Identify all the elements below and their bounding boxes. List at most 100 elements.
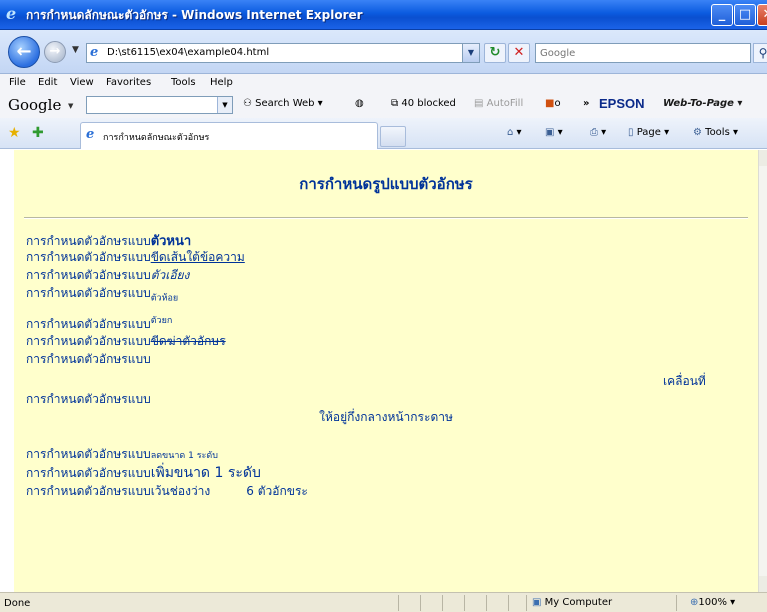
menu-file[interactable]: File	[9, 77, 26, 88]
bold-text: ตัวหนา	[150, 234, 192, 249]
tab-active[interactable]: e การกำหนดลักษณะตัวอักษร	[80, 122, 378, 149]
tab-label: การกำหนดลักษณะตัวอักษร	[103, 133, 210, 143]
address-dropdown-icon[interactable]: ▼	[462, 44, 479, 62]
home-icon: ⌂	[507, 127, 514, 138]
line-prefix: การกำหนดตัวอักษรแบบ	[26, 447, 151, 461]
line-underline: การกำหนดตัวอักษรแบบขีดเส้นใต้ข้อความ	[26, 248, 245, 267]
print-button[interactable]: ⎙ ▾	[590, 127, 606, 138]
centered-text: ให้อยู่กึ่งกลางหน้ากระดาษ	[319, 410, 453, 424]
status-divider	[420, 595, 421, 611]
strike-text: ขีดฆ่าตัวอักษร	[150, 334, 226, 348]
office-button[interactable]: ■o	[545, 98, 561, 109]
toolbar-overflow-button[interactable]: »	[583, 98, 589, 109]
back-button[interactable]: ←	[8, 36, 40, 68]
status-divider	[398, 595, 399, 611]
epson-logo: EPSON	[599, 96, 645, 111]
line-prefix: การกำหนดตัวอักษรแบบ	[26, 250, 151, 264]
line-prefix: การกำหนดตัวอักษรแบบ	[26, 286, 151, 300]
menu-tools[interactable]: Tools	[171, 77, 196, 88]
status-divider	[526, 595, 527, 611]
favorites-center-icon[interactable]: ★	[8, 125, 21, 141]
search-input[interactable]	[536, 44, 746, 62]
add-to-favorites-icon[interactable]: ✚	[32, 125, 44, 141]
page-icon: ▯	[628, 127, 634, 138]
line-spacing: การกำหนดตัวอักษรแบบเว้นช่องว่าง 6 ตัวอักข…	[26, 482, 308, 501]
page-menu-button[interactable]: ▯ Page ▾	[628, 127, 669, 138]
horizontal-rule	[24, 217, 748, 219]
subscript-text: ตัวห้อย	[150, 293, 179, 304]
line-prefix: การกำหนดตัวอักษรแบบ	[26, 484, 151, 498]
vertical-scrollbar[interactable]	[758, 150, 767, 592]
address-text[interactable]: D:\st6115\ex04\example04.html	[107, 47, 269, 58]
status-divider	[486, 595, 487, 611]
pagerank-icon[interactable]: ◍	[355, 98, 364, 109]
status-divider	[442, 595, 443, 611]
forward-button[interactable]: →	[44, 41, 66, 63]
gear-icon: ⚙	[693, 127, 702, 138]
search-box[interactable]	[535, 43, 751, 63]
page-menu-label: Page	[636, 127, 661, 138]
menu-favorites[interactable]: Favorites	[106, 77, 151, 88]
page-content: การกำหนดรูปแบบตัวอักษร การกำหนดตัวอักษรแ…	[14, 150, 758, 592]
navigation-bar: ← → ▼ e D:\st6115\ex04\example04.html ▼ …	[0, 30, 767, 74]
line-strike: การกำหนดตัวอักษรแบบขีดฆ่าตัวอักษร	[26, 332, 226, 351]
web-to-page-button[interactable]: Web-To-Page ▾	[663, 98, 742, 110]
search-web-button[interactable]: ⚇ Search Web ▾	[243, 98, 323, 109]
line-prefix: การกำหนดตัวอักษรแบบ	[26, 466, 151, 480]
maximize-button[interactable]: □	[734, 4, 756, 26]
zoom-level: 100%	[698, 597, 727, 608]
tab-page-icon: e	[86, 127, 95, 142]
line-prefix: การกำหนดตัวอักษรแบบ	[26, 334, 151, 348]
menu-help[interactable]: Help	[210, 77, 233, 88]
popup-blocker-button[interactable]: ⧉ 40 blocked	[391, 98, 456, 109]
zone-label: My Computer	[544, 597, 613, 608]
autofill-button[interactable]: ▤ AutoFill	[474, 98, 523, 109]
stop-button[interactable]: ✕	[508, 43, 530, 63]
underline-text: ขีดเส้นใต้ข้อความ	[150, 250, 245, 264]
line-prefix: การกำหนดตัวอักษรแบบ	[26, 234, 151, 248]
menu-bar: File Edit View Favorites Tools Help	[0, 74, 767, 92]
security-zone[interactable]: ▣ My Computer	[532, 597, 612, 608]
line-prefix: การกำหนดตัวอักษรแบบ	[26, 352, 151, 366]
status-divider	[464, 595, 465, 611]
line-prefix: การกำหนดตัวอักษรแบบ	[26, 392, 151, 406]
page-icon: e	[90, 45, 99, 60]
line-subscript: การกำหนดตัวอักษรแบบตัวห้อย	[26, 284, 178, 304]
rss-feed-icon: ▣	[545, 127, 555, 138]
close-button[interactable]: ✕	[757, 4, 767, 26]
address-bar[interactable]: e D:\st6115\ex04\example04.html ▼	[86, 43, 480, 63]
status-divider	[676, 595, 677, 611]
scroll-up-button[interactable]	[759, 150, 767, 166]
history-dropdown-icon[interactable]: ▼	[72, 45, 79, 55]
refresh-button[interactable]: ↻	[484, 43, 506, 63]
line-bigger: การกำหนดตัวอักษรแบบเพิ่มขนาด 1 ระดับ	[26, 462, 261, 484]
spacing-label: เว้นช่องว่าง	[150, 484, 211, 498]
status-bar: Done ▣ My Computer ⊕100% ▾	[0, 592, 767, 612]
office-label: o	[554, 98, 561, 109]
menu-edit[interactable]: Edit	[38, 77, 57, 88]
google-logo[interactable]: Google	[8, 96, 61, 114]
google-menu-caret-icon[interactable]: ▼	[68, 102, 73, 110]
new-tab-button[interactable]	[380, 126, 406, 147]
marquee-text: เคลื่อนที่	[663, 374, 706, 388]
home-button[interactable]: ⌂ ▾	[507, 127, 522, 138]
line-superscript: การกำหนดตัวอักษรแบบตัวยก	[26, 313, 172, 334]
line-prefix: การกำหนดตัวอักษรแบบ	[26, 268, 151, 282]
tools-menu-label: Tools	[705, 127, 730, 138]
autofill-label: AutoFill	[486, 98, 524, 109]
line-prefix: การกำหนดตัวอักษรแบบ	[26, 317, 151, 331]
minimize-button[interactable]: _	[711, 4, 733, 26]
feeds-button[interactable]: ▣ ▾	[545, 127, 563, 138]
scroll-down-button[interactable]	[759, 576, 767, 592]
window-title: การกำหนดลักษณะตัวอักษร - Windows Interne…	[26, 8, 363, 22]
zoom-control[interactable]: ⊕100% ▾	[690, 597, 735, 608]
web-to-page-label: Web-To-Page	[663, 98, 734, 109]
autofill-icon: ▤	[474, 98, 484, 109]
google-search-dropdown-icon[interactable]: ▼	[217, 97, 232, 113]
search-button[interactable]: ⚲	[753, 43, 767, 63]
menu-view[interactable]: View	[70, 77, 94, 88]
tools-menu-button[interactable]: ⚙ Tools ▾	[693, 127, 738, 138]
google-search-field[interactable]: ▼	[86, 96, 233, 114]
title-bar: e การกำหนดลักษณะตัวอักษร - Windows Inter…	[0, 0, 767, 30]
superscript-text: ตัวยก	[150, 316, 173, 326]
